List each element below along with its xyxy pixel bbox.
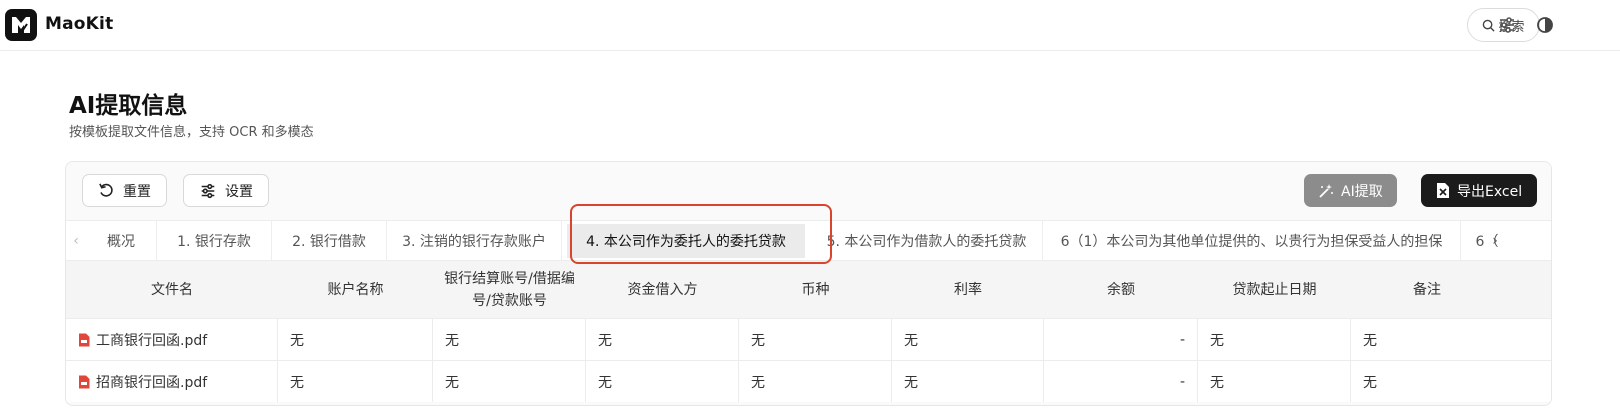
cell-file[interactable]: 工商银行回函.pdf	[66, 319, 278, 360]
table-cell: 无	[1198, 319, 1351, 360]
export-excel-button[interactable]: 导出Excel	[1421, 174, 1538, 207]
magic-wand-icon	[1319, 183, 1333, 198]
table-cell: 无	[892, 361, 1044, 402]
page-subtitle: 按模板提取文件信息，支持 OCR 和多模态	[69, 125, 314, 140]
col-file-name: 文件名	[151, 282, 193, 298]
col-account-number: 银行结算账号/借据编号/贷款账号	[444, 271, 575, 309]
col-remarks: 备注	[1413, 282, 1441, 298]
table-cell: -	[1044, 361, 1198, 402]
tab-scroll-left[interactable]: ‹	[66, 221, 86, 261]
brand-name[interactable]: MaoKit	[45, 14, 113, 34]
excel-file-icon	[1437, 183, 1449, 198]
table-cell: 无	[1363, 332, 1377, 349]
table-cell: 无	[278, 319, 433, 360]
table-cell: 无	[433, 319, 586, 360]
tab-closed-accounts[interactable]: 3. 注销的银行存款账户	[387, 221, 562, 261]
table-cell: 无	[892, 319, 1044, 360]
table-cell: 无	[278, 361, 433, 402]
table-cell: 无	[1198, 361, 1351, 402]
pdf-icon	[79, 375, 90, 388]
sliders-icon	[201, 183, 215, 198]
table-cell: 无	[739, 319, 892, 360]
ai-extract-button[interactable]: AI提取	[1304, 174, 1397, 207]
table-row: 招商银行回函.pdf 无 无 无 无 无 - 无 无	[66, 360, 1551, 402]
tab-entrusted-loan-borrower[interactable]: 5. 本公司作为借款人的委托贷款	[811, 221, 1043, 261]
sheet-tabs: ‹ 概况 1. 银行存款 2. 银行借款 3. 注销的银行存款账户 4. 本公司…	[66, 220, 1551, 261]
logo-icon[interactable]	[5, 9, 37, 41]
tab-scroll-right[interactable]: ›	[1485, 221, 1505, 261]
col-rate: 利率	[954, 282, 982, 298]
table-cell: 无	[586, 319, 739, 360]
tab-bank-deposit[interactable]: 1. 银行存款	[157, 221, 272, 261]
col-currency: 币种	[801, 282, 830, 298]
extraction-card: 重置 设置 AI提取 导出Excel ‹ 概况 1. 银行存款 2. 银行借款 …	[65, 161, 1552, 406]
tab-overview[interactable]: 概况	[86, 221, 157, 261]
export-excel-label: 导出Excel	[1457, 183, 1523, 200]
table-header: 文件名 账户名称 银行结算账号/借据编号/贷款账号 资金借入方 币种 利率 余额…	[66, 260, 1551, 318]
reset-icon	[99, 183, 113, 197]
pdf-icon	[79, 333, 90, 346]
table-cell: -	[1044, 319, 1198, 360]
search-icon	[1483, 19, 1496, 32]
top-navbar: MaoKit 搜索	[0, 0, 1620, 51]
col-balance: 余额	[1107, 282, 1135, 298]
ai-extract-label: AI提取	[1341, 183, 1383, 200]
cell-file[interactable]: 招商银行回函.pdf	[66, 361, 278, 402]
table-cell: 无	[739, 361, 892, 402]
table-cell: 无	[1363, 374, 1377, 391]
table-row: 工商银行回函.pdf 无 无 无 无 无 - 无 无	[66, 318, 1551, 360]
sliders-icon[interactable]	[1497, 15, 1517, 35]
tab-guarantee[interactable]: 6（1）本公司为其他单位提供的、以贵行为担保受益人的担保	[1043, 221, 1461, 261]
col-loan-period: 贷款起止日期	[1232, 282, 1317, 298]
settings-button[interactable]: 设置	[183, 174, 269, 207]
table-cell: 无	[586, 361, 739, 402]
tab-bank-loan[interactable]: 2. 银行借款	[272, 221, 387, 261]
reset-label: 重置	[123, 183, 151, 200]
col-account-name: 账户名称	[327, 282, 384, 298]
page-title: AI提取信息	[69, 93, 188, 119]
tab-entrusted-loan-lender[interactable]: 4. 本公司作为委托人的委托贷款	[567, 224, 805, 258]
reset-button[interactable]: 重置	[82, 174, 167, 207]
table-cell: 无	[433, 361, 586, 402]
col-borrower: 资金借入方	[627, 282, 698, 298]
contrast-icon[interactable]	[1535, 15, 1555, 35]
toolbar: 重置 设置 AI提取 导出Excel	[66, 162, 1551, 220]
settings-label: 设置	[225, 183, 253, 200]
